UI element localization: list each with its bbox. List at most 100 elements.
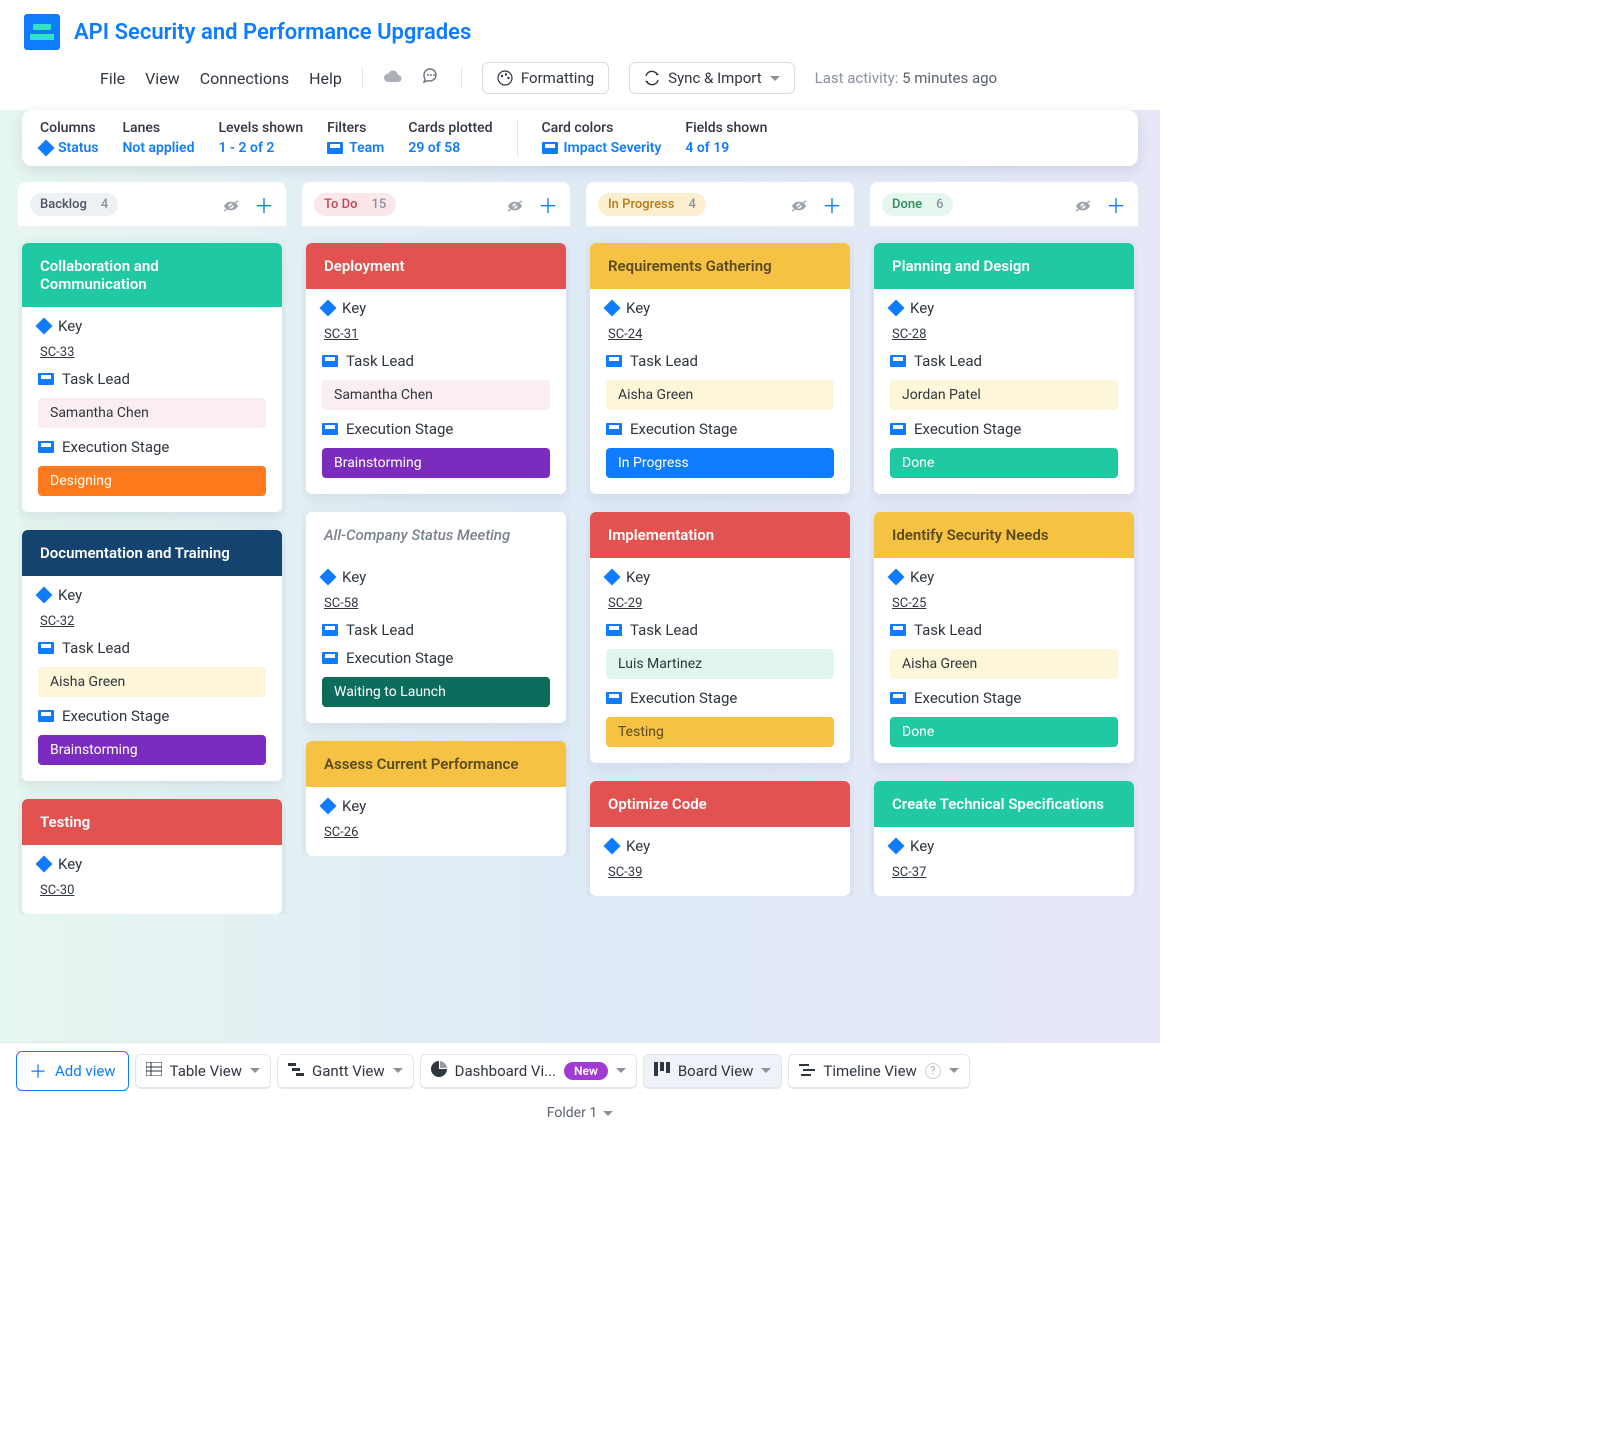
card-key-link[interactable]: SC-32: [38, 614, 266, 629]
card-icon: [38, 642, 54, 654]
card-key-link[interactable]: SC-28: [890, 327, 1118, 342]
config-levels[interactable]: Levels shown 1 - 2 of 2: [218, 120, 303, 156]
field-task-lead: Task Lead: [890, 621, 1118, 639]
diamond-icon: [38, 140, 55, 157]
board-card[interactable]: Create Technical Specifications Key SC-3…: [874, 781, 1134, 896]
field-key: Key: [38, 317, 266, 335]
task-lead-chip: Luis Martinez: [606, 649, 834, 679]
menu-help[interactable]: Help: [309, 69, 342, 88]
board-card[interactable]: Testing Key SC-30: [22, 799, 282, 914]
card-key-link[interactable]: SC-31: [322, 327, 550, 342]
card-icon: [322, 652, 338, 664]
view-tab-table[interactable]: Table View: [135, 1054, 271, 1089]
card-key-link[interactable]: SC-24: [606, 327, 834, 342]
field-execution-stage: Execution Stage: [606, 689, 834, 707]
diamond-icon: [888, 300, 905, 317]
board-card[interactable]: All-Company Status Meeting Key SC-58Task…: [306, 512, 566, 723]
add-card-button[interactable]: ＋: [538, 190, 558, 219]
hide-column-icon[interactable]: [1074, 198, 1092, 212]
card-icon: [327, 142, 343, 154]
add-view-button[interactable]: ＋ Add view: [16, 1051, 129, 1091]
menu-file[interactable]: File: [100, 69, 125, 88]
add-card-button[interactable]: ＋: [822, 190, 842, 219]
field-key: Key: [322, 797, 550, 815]
formatting-button[interactable]: Formatting: [482, 62, 609, 94]
comment-icon[interactable]: [423, 68, 441, 88]
app-logo: [24, 14, 60, 50]
view-tab-board[interactable]: Board View: [643, 1054, 783, 1089]
board-card[interactable]: Identify Security Needs Key SC-25Task Le…: [874, 512, 1134, 763]
column-header: To Do 15 ＋: [302, 182, 570, 227]
hide-column-icon[interactable]: [790, 198, 808, 212]
view-tab-gantt[interactable]: Gantt View: [277, 1054, 414, 1089]
board-card[interactable]: Collaboration and Communication Key SC-3…: [22, 243, 282, 512]
gantt-icon: [288, 1062, 304, 1080]
chevron-down-icon: [603, 1111, 613, 1116]
folder-selector[interactable]: Folder 1: [0, 1099, 1160, 1131]
field-key: Key: [606, 837, 834, 855]
field-task-lead: Task Lead: [890, 352, 1118, 370]
field-key: Key: [890, 299, 1118, 317]
board-card[interactable]: Documentation and Training Key SC-32Task…: [22, 530, 282, 781]
card-title: All-Company Status Meeting: [306, 512, 566, 558]
card-icon: [322, 423, 338, 435]
field-task-lead: Task Lead: [606, 621, 834, 639]
card-title: Identify Security Needs: [874, 512, 1134, 558]
task-lead-chip: Samantha Chen: [38, 398, 266, 428]
column-title-pill[interactable]: Done 6: [882, 193, 953, 216]
sync-import-button[interactable]: Sync & Import: [629, 62, 794, 94]
card-key-link[interactable]: SC-29: [606, 596, 834, 611]
card-icon: [38, 710, 54, 722]
field-execution-stage: Execution Stage: [38, 438, 266, 456]
add-card-button[interactable]: ＋: [1106, 190, 1126, 219]
board-card[interactable]: Deployment Key SC-31Task LeadSamantha Ch…: [306, 243, 566, 494]
diamond-icon: [36, 318, 53, 335]
board-card[interactable]: Implementation Key SC-29Task LeadLuis Ma…: [590, 512, 850, 763]
card-icon: [890, 423, 906, 435]
card-key-link[interactable]: SC-25: [890, 596, 1118, 611]
cloud-icon[interactable]: [383, 69, 403, 88]
board-card[interactable]: Assess Current Performance Key SC-26: [306, 741, 566, 856]
field-execution-stage: Execution Stage: [606, 420, 834, 438]
board-card[interactable]: Optimize Code Key SC-39: [590, 781, 850, 896]
card-key-link[interactable]: SC-33: [38, 345, 266, 360]
menubar: File View Connections Help Formatting Sy…: [0, 58, 1160, 110]
execution-stage-chip: Waiting to Launch: [322, 677, 550, 707]
config-card-colors[interactable]: Card colors Impact Severity: [542, 120, 662, 156]
field-task-lead: Task Lead: [606, 352, 834, 370]
card-icon: [890, 624, 906, 636]
board-card[interactable]: Requirements Gathering Key SC-24Task Lea…: [590, 243, 850, 494]
chevron-down-icon: [949, 1068, 959, 1073]
column-title-pill[interactable]: In Progress 4: [598, 193, 706, 216]
config-plotted[interactable]: Cards plotted 29 of 58: [408, 120, 492, 156]
menu-view[interactable]: View: [145, 69, 180, 88]
hide-column-icon[interactable]: [222, 198, 240, 212]
column-title-pill[interactable]: Backlog 4: [30, 193, 118, 216]
chevron-down-icon: [761, 1068, 771, 1073]
config-filters[interactable]: Filters Team: [327, 120, 384, 156]
menu-connections[interactable]: Connections: [200, 69, 289, 88]
config-columns[interactable]: Columns Status: [40, 120, 98, 156]
card-title: Documentation and Training: [22, 530, 282, 576]
hide-column-icon[interactable]: [506, 198, 524, 212]
view-tab-pie[interactable]: Dashboard Vi... New: [420, 1054, 637, 1089]
task-lead-chip: Aisha Green: [38, 667, 266, 697]
help-icon[interactable]: ?: [925, 1063, 941, 1079]
view-tab-timeline[interactable]: Timeline View ?: [788, 1054, 969, 1089]
card-title: Planning and Design: [874, 243, 1134, 289]
diamond-icon: [320, 300, 337, 317]
card-key-link[interactable]: SC-39: [606, 865, 834, 880]
field-execution-stage: Execution Stage: [322, 420, 550, 438]
column-title-pill[interactable]: To Do 15: [314, 193, 396, 216]
config-lanes[interactable]: Lanes Not applied: [122, 120, 194, 156]
card-key-link[interactable]: SC-26: [322, 825, 550, 840]
add-card-button[interactable]: ＋: [254, 190, 274, 219]
card-title: Optimize Code: [590, 781, 850, 827]
diamond-icon: [36, 856, 53, 873]
board-card[interactable]: Planning and Design Key SC-28Task LeadJo…: [874, 243, 1134, 494]
field-key: Key: [38, 855, 266, 873]
card-key-link[interactable]: SC-37: [890, 865, 1118, 880]
card-key-link[interactable]: SC-58: [322, 596, 550, 611]
card-key-link[interactable]: SC-30: [38, 883, 266, 898]
config-fields-shown[interactable]: Fields shown 4 of 19: [685, 120, 767, 156]
